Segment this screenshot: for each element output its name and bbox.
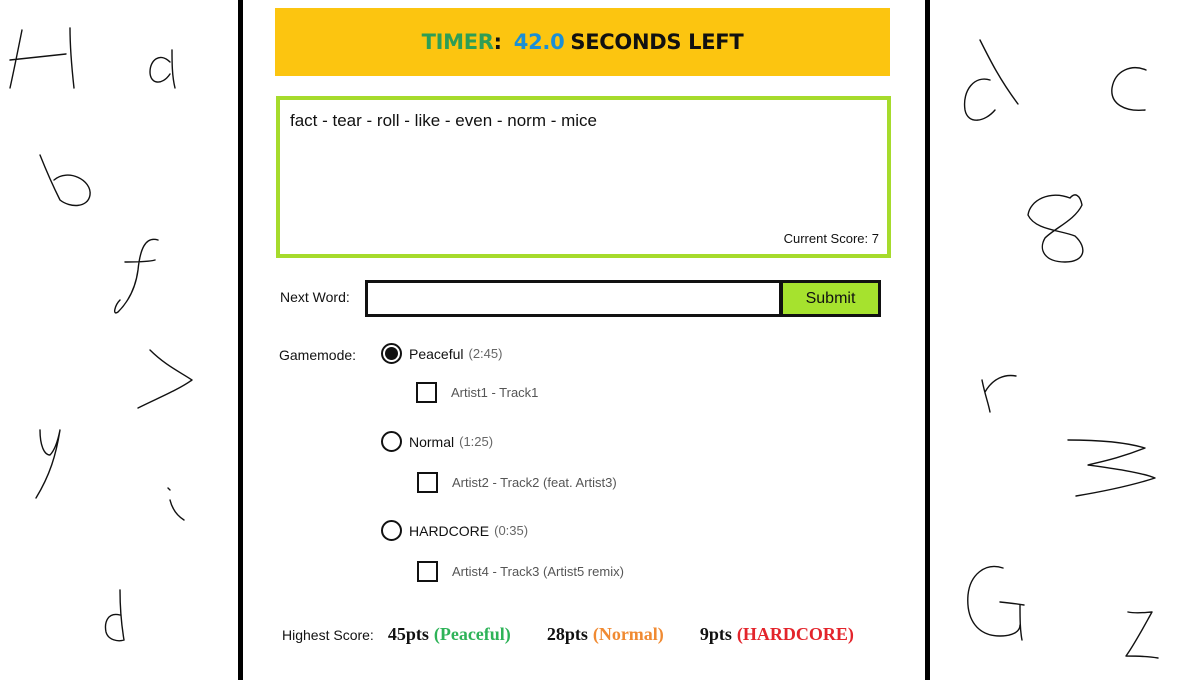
doodle-letter-d-right [963,39,1019,121]
track-label: Artist1 - Track1 [451,385,539,400]
radio-button-normal[interactable] [381,431,402,452]
doodle-letter-8 [1027,194,1084,263]
current-score-label: Current Score: [783,231,869,246]
word-chain-panel: fact - tear - roll - like - even - norm … [276,96,891,258]
radio-button-peaceful[interactable] [381,343,402,364]
highscore-peaceful-mode: (Peaceful) [433,624,511,644]
track-option-3[interactable]: Artist4 - Track3 (Artist5 remix) [417,561,624,582]
right-divider-line [925,0,930,680]
doodle-letter-f [113,238,159,314]
mode-name: Normal [409,433,455,450]
doodle-letter-r [981,374,1017,413]
highscore-peaceful-points: 45pts [387,624,429,644]
doodle-letter-z [1125,611,1159,659]
gamemode-option-normal[interactable]: Normal (1:25) [381,431,493,452]
doodle-letter-d [104,589,125,642]
doodle-letter-c [1111,67,1147,111]
timer-bar: TIMER : 42.0 SECONDS LEFT [275,8,890,76]
highscore-hardcore-mode: (HARDCORE) [736,624,854,644]
highscore-normal-points: 28pts [546,624,588,644]
highest-score-label: Highest Score: [282,626,374,643]
timer-suffix: SECONDS LEFT [570,30,744,54]
timer-value: 42.0 [513,30,565,54]
timer-colon: : [493,30,502,54]
radio-button-hardcore[interactable] [381,520,402,541]
word-chain-text: fact - tear - roll - like - even - norm … [290,111,598,130]
track-checkbox[interactable] [416,382,437,403]
submit-button[interactable]: Submit [780,280,881,317]
track-option-1[interactable]: Artist1 - Track1 [416,382,538,403]
timer-label: TIMER [421,30,494,54]
highscore-normal-mode: (Normal) [592,624,664,644]
track-option-2[interactable]: Artist2 - Track2 (feat. Artist3) [417,472,617,493]
gamemode-option-hardcore[interactable]: HARDCORE (0:35) [381,520,528,541]
current-score: Current Score: 7 [784,231,879,246]
doodle-letter-y [35,429,61,499]
doodle-letter-j [137,349,193,409]
current-score-value: 7 [871,231,879,246]
mode-time: (2:45) [468,346,503,361]
doodle-letter-a [149,49,176,89]
mode-name: Peaceful [409,345,464,362]
gamemode-label: Gamemode: [279,347,357,363]
track-checkbox[interactable] [417,472,438,493]
mode-name: HARDCORE [409,522,490,539]
doodle-letter-b [39,154,91,207]
mode-time: (0:35) [494,523,529,538]
mode-time: (1:25) [459,434,494,449]
highscore-hardcore-points: 9pts [699,624,732,644]
highest-score-row: Highest Score: 45pts (Peaceful) 28pts (N… [282,624,854,645]
doodle-letter-g [967,565,1025,641]
track-checkbox[interactable] [417,561,438,582]
doodle-letter-i [167,487,185,521]
radio-selected-dot [385,347,398,360]
next-word-input[interactable] [365,280,782,317]
track-label: Artist4 - Track3 (Artist5 remix) [452,564,624,579]
gamemode-option-peaceful[interactable]: Peaceful (2:45) [381,343,502,364]
doodle-letter-h [9,27,75,89]
next-word-label: Next Word: [280,289,350,305]
doodle-letter-3 [1067,439,1156,497]
left-divider-line [238,0,243,680]
track-label: Artist2 - Track2 (feat. Artist3) [452,475,617,490]
